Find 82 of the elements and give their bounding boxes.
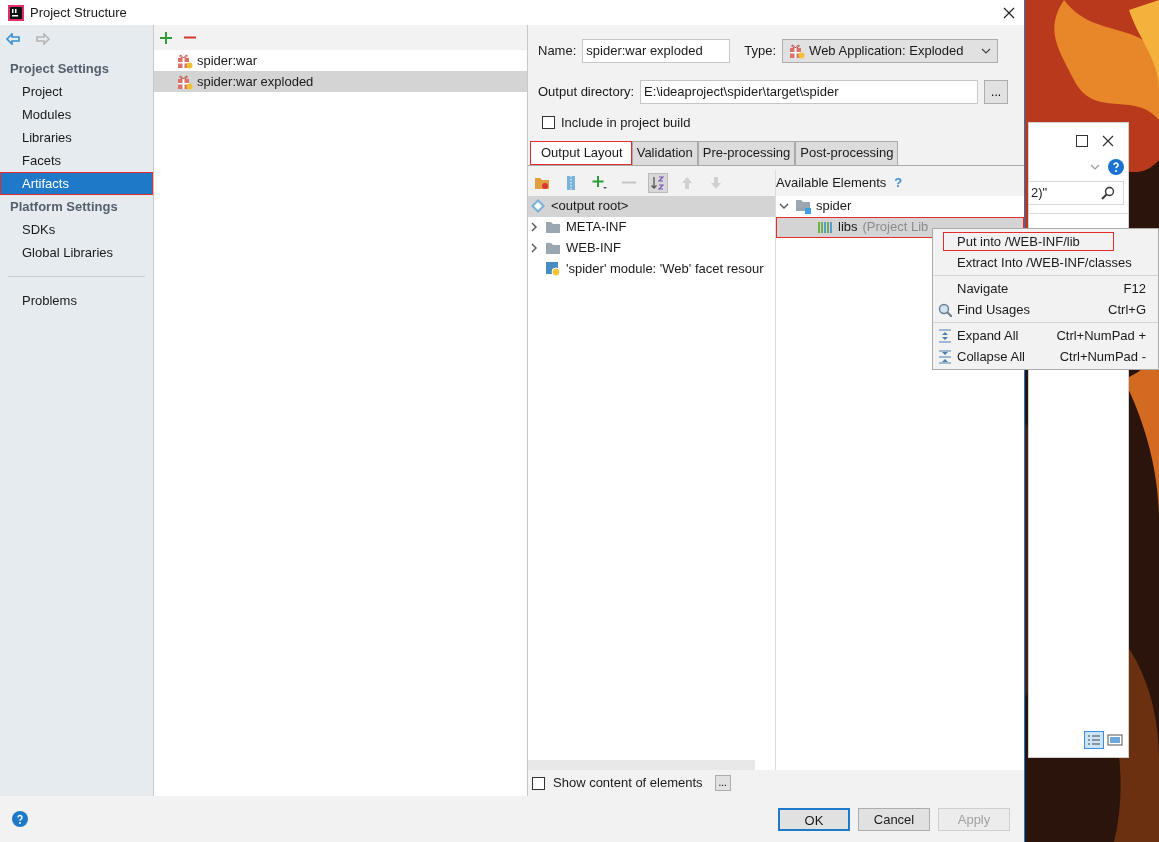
remove-icon xyxy=(184,36,196,39)
package-icon xyxy=(177,52,193,69)
artifact-item[interactable]: spider:war xyxy=(154,50,527,71)
sort-icon xyxy=(650,174,666,191)
help-button[interactable] xyxy=(12,811,28,827)
close-icon xyxy=(1003,6,1015,19)
browse-button[interactable]: ... xyxy=(714,775,731,791)
menu-item[interactable]: Expand All Ctrl+NumPad + xyxy=(933,325,1158,346)
sidebar-item[interactable]: Facets xyxy=(0,149,153,172)
expand-all-icon xyxy=(938,328,952,343)
section-header: Available Elements xyxy=(776,173,887,192)
app-logo-icon xyxy=(8,4,24,21)
library-icon xyxy=(817,220,833,234)
tree-item[interactable]: spider xyxy=(776,195,1024,217)
chevron-down-icon xyxy=(1090,163,1100,171)
maximize-icon xyxy=(1076,135,1088,147)
tree-item[interactable]: 'spider' module: 'Web' facet resour xyxy=(528,258,775,280)
sidebar-item[interactable]: Global Libraries xyxy=(0,241,153,264)
sidebar-item[interactable]: Project xyxy=(0,80,153,103)
chevron-right-icon xyxy=(529,243,539,253)
folder-icon xyxy=(545,220,561,234)
checkbox-label: Show content of elements xyxy=(553,774,703,793)
forward-arrow-icon xyxy=(36,33,50,45)
menu-item[interactable]: Extract Into /WEB-INF/classes xyxy=(933,252,1158,273)
dialog-button[interactable]: Cancel xyxy=(858,807,930,831)
sidebar-item[interactable]: Modules xyxy=(0,103,153,126)
tab[interactable]: Post-processing xyxy=(795,140,899,165)
tree-item[interactable]: WEB-INF xyxy=(528,237,775,259)
sidebar-item[interactable]: SDKs xyxy=(0,218,153,241)
search-field[interactable]: 2)" xyxy=(1029,181,1124,205)
package-icon xyxy=(789,43,806,59)
menu-item[interactable]: Find Usages Ctrl+G xyxy=(933,299,1158,320)
add-button[interactable] xyxy=(160,31,172,44)
checkbox[interactable] xyxy=(532,776,545,790)
add-icon xyxy=(592,174,608,191)
sort-button[interactable] xyxy=(648,172,668,193)
folder-icon xyxy=(545,241,561,255)
chevron-right-icon xyxy=(529,222,539,232)
browse-button[interactable]: ... xyxy=(984,80,1009,104)
window-title: Project Structure xyxy=(30,3,127,22)
tree-item[interactable]: META-INF xyxy=(528,216,775,238)
folder-icon xyxy=(795,198,811,214)
section-header: Project Settings xyxy=(9,60,110,78)
remove-icon xyxy=(622,181,636,184)
sidebar-item[interactable]: Artifacts xyxy=(0,172,153,195)
caret-icon xyxy=(981,47,992,55)
scrollbar[interactable] xyxy=(528,760,755,770)
sidebar-item[interactable]: Problems xyxy=(0,289,153,312)
tree-item[interactable]: <output root> xyxy=(528,195,775,217)
field-label: Type: xyxy=(744,42,777,61)
menu-item[interactable]: Collapse All Ctrl+NumPad - xyxy=(933,346,1158,367)
artifact-item[interactable]: spider:war exploded xyxy=(154,71,527,92)
diamond-icon xyxy=(530,198,546,214)
field-label: Name: xyxy=(538,42,577,61)
collapse-all-icon xyxy=(938,349,952,364)
search-icon xyxy=(1101,186,1115,200)
help-icon xyxy=(15,814,25,824)
field-label: Output directory: xyxy=(538,83,635,102)
type-dropdown[interactable]: Web Application: Exploded xyxy=(782,39,999,63)
details-view-icon xyxy=(1084,731,1104,749)
sidebar-item[interactable]: Libraries xyxy=(0,126,153,149)
search-icon xyxy=(938,302,952,317)
thumbnail-view-icon xyxy=(1106,731,1124,749)
close-icon xyxy=(1102,135,1114,147)
arrow-down-icon xyxy=(708,174,724,191)
menu-item[interactable]: Navigate F12 xyxy=(933,278,1158,299)
tab[interactable]: Pre-processing xyxy=(697,140,796,165)
checkbox[interactable] xyxy=(542,116,555,130)
add-icon xyxy=(160,31,172,44)
dialog-button[interactable]: OK xyxy=(778,807,850,831)
checkbox-label: Include in project build xyxy=(561,114,691,132)
output-directory-field[interactable]: E:\ideaproject\spider\target\spider xyxy=(640,80,979,104)
tab[interactable]: Output Layout xyxy=(530,140,632,165)
chevron-down-icon xyxy=(779,201,789,211)
package-icon xyxy=(177,73,193,90)
back-arrow-icon xyxy=(6,33,20,45)
section-header: Platform Settings xyxy=(9,198,119,216)
name-field[interactable]: spider:war exploded xyxy=(582,39,731,63)
remove-button[interactable] xyxy=(184,36,196,39)
tab[interactable]: Validation xyxy=(631,140,698,165)
help-icon xyxy=(1108,159,1124,175)
module-icon xyxy=(545,261,561,277)
